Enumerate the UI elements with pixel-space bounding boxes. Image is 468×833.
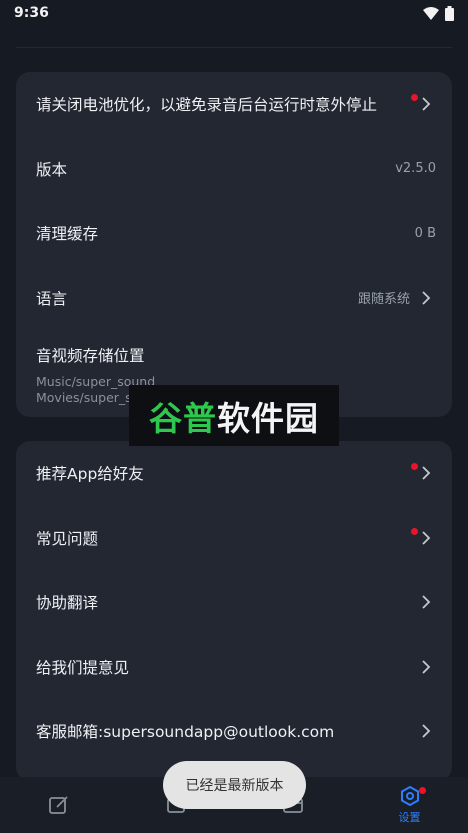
- faq-row[interactable]: 常见问题: [16, 506, 452, 571]
- feedback-row[interactable]: 给我们提意见: [16, 635, 452, 700]
- status-time: 9:36: [14, 5, 49, 21]
- help-translate-label: 协助翻译: [36, 594, 99, 613]
- settings-hexagon-icon: [400, 785, 419, 807]
- status-icons: [423, 5, 454, 21]
- notification-dot: [418, 787, 426, 794]
- status-bar: 9:36: [0, 0, 468, 26]
- feedback-label: 给我们提意见: [36, 658, 130, 677]
- notification-dot: [411, 463, 418, 470]
- support-email-label: 客服邮箱:supersoundapp@outlook.com: [36, 723, 335, 742]
- support-email-row[interactable]: 客服邮箱:supersoundapp@outlook.com: [16, 699, 452, 764]
- nav-settings[interactable]: 设置: [380, 777, 440, 833]
- battery-optimization-row[interactable]: 请关闭电池优化，以避免录音后台运行时意外停止: [16, 72, 452, 137]
- toast-message: 已经是最新版本: [163, 761, 306, 809]
- storage-location-label: 音视频存储位置: [36, 347, 145, 365]
- clear-cache-label: 清理缓存: [36, 225, 99, 244]
- version-value: v2.5.0: [395, 161, 436, 177]
- wifi-icon: [423, 6, 439, 20]
- watermark-part-1: 谷普: [149, 398, 217, 438]
- watermark-logo: 谷普 软件园: [129, 385, 339, 446]
- recommend-app-row[interactable]: 推荐App给好友: [16, 441, 452, 506]
- faq-label: 常见问题: [36, 529, 99, 548]
- nav-edit[interactable]: [29, 777, 89, 833]
- language-label: 语言: [36, 289, 68, 308]
- language-row[interactable]: 语言 跟随系统: [16, 266, 452, 331]
- battery-optimization-label: 请关闭电池优化，以避免录音后台运行时意外停止: [36, 96, 378, 115]
- chevron-right-icon: [422, 466, 431, 480]
- clear-cache-row[interactable]: 清理缓存 0 B: [16, 201, 452, 266]
- chevron-right-icon: [422, 291, 431, 305]
- chevron-right-icon: [422, 660, 431, 674]
- battery-icon: [445, 5, 454, 21]
- language-value: 跟随系统: [357, 292, 410, 308]
- cache-size-value: 0 B: [414, 225, 436, 241]
- nav-settings-label: 设置: [398, 811, 421, 824]
- chevron-right-icon: [422, 595, 431, 609]
- settings-card-general: 请关闭电池优化，以避免录音后台运行时意外停止 版本 v2.5.0 清理缓存 0 …: [16, 72, 452, 417]
- notification-dot: [411, 94, 418, 101]
- chevron-right-icon: [422, 724, 431, 738]
- help-translate-row[interactable]: 协助翻译: [16, 570, 452, 635]
- chevron-right-icon: [422, 97, 431, 111]
- version-label: 版本: [36, 160, 68, 179]
- recommend-app-label: 推荐App给好友: [36, 465, 144, 484]
- edit-icon: [48, 796, 68, 814]
- watermark-part-2: 软件园: [217, 398, 319, 438]
- settings-card-support: 推荐App给好友 常见问题 协助翻译 给我们提意见 客服邮箱:supersoun…: [16, 441, 452, 781]
- notification-dot: [411, 527, 418, 535]
- header-divider: [16, 47, 452, 48]
- version-row[interactable]: 版本 v2.5.0: [16, 137, 452, 202]
- chevron-right-icon: [422, 531, 431, 545]
